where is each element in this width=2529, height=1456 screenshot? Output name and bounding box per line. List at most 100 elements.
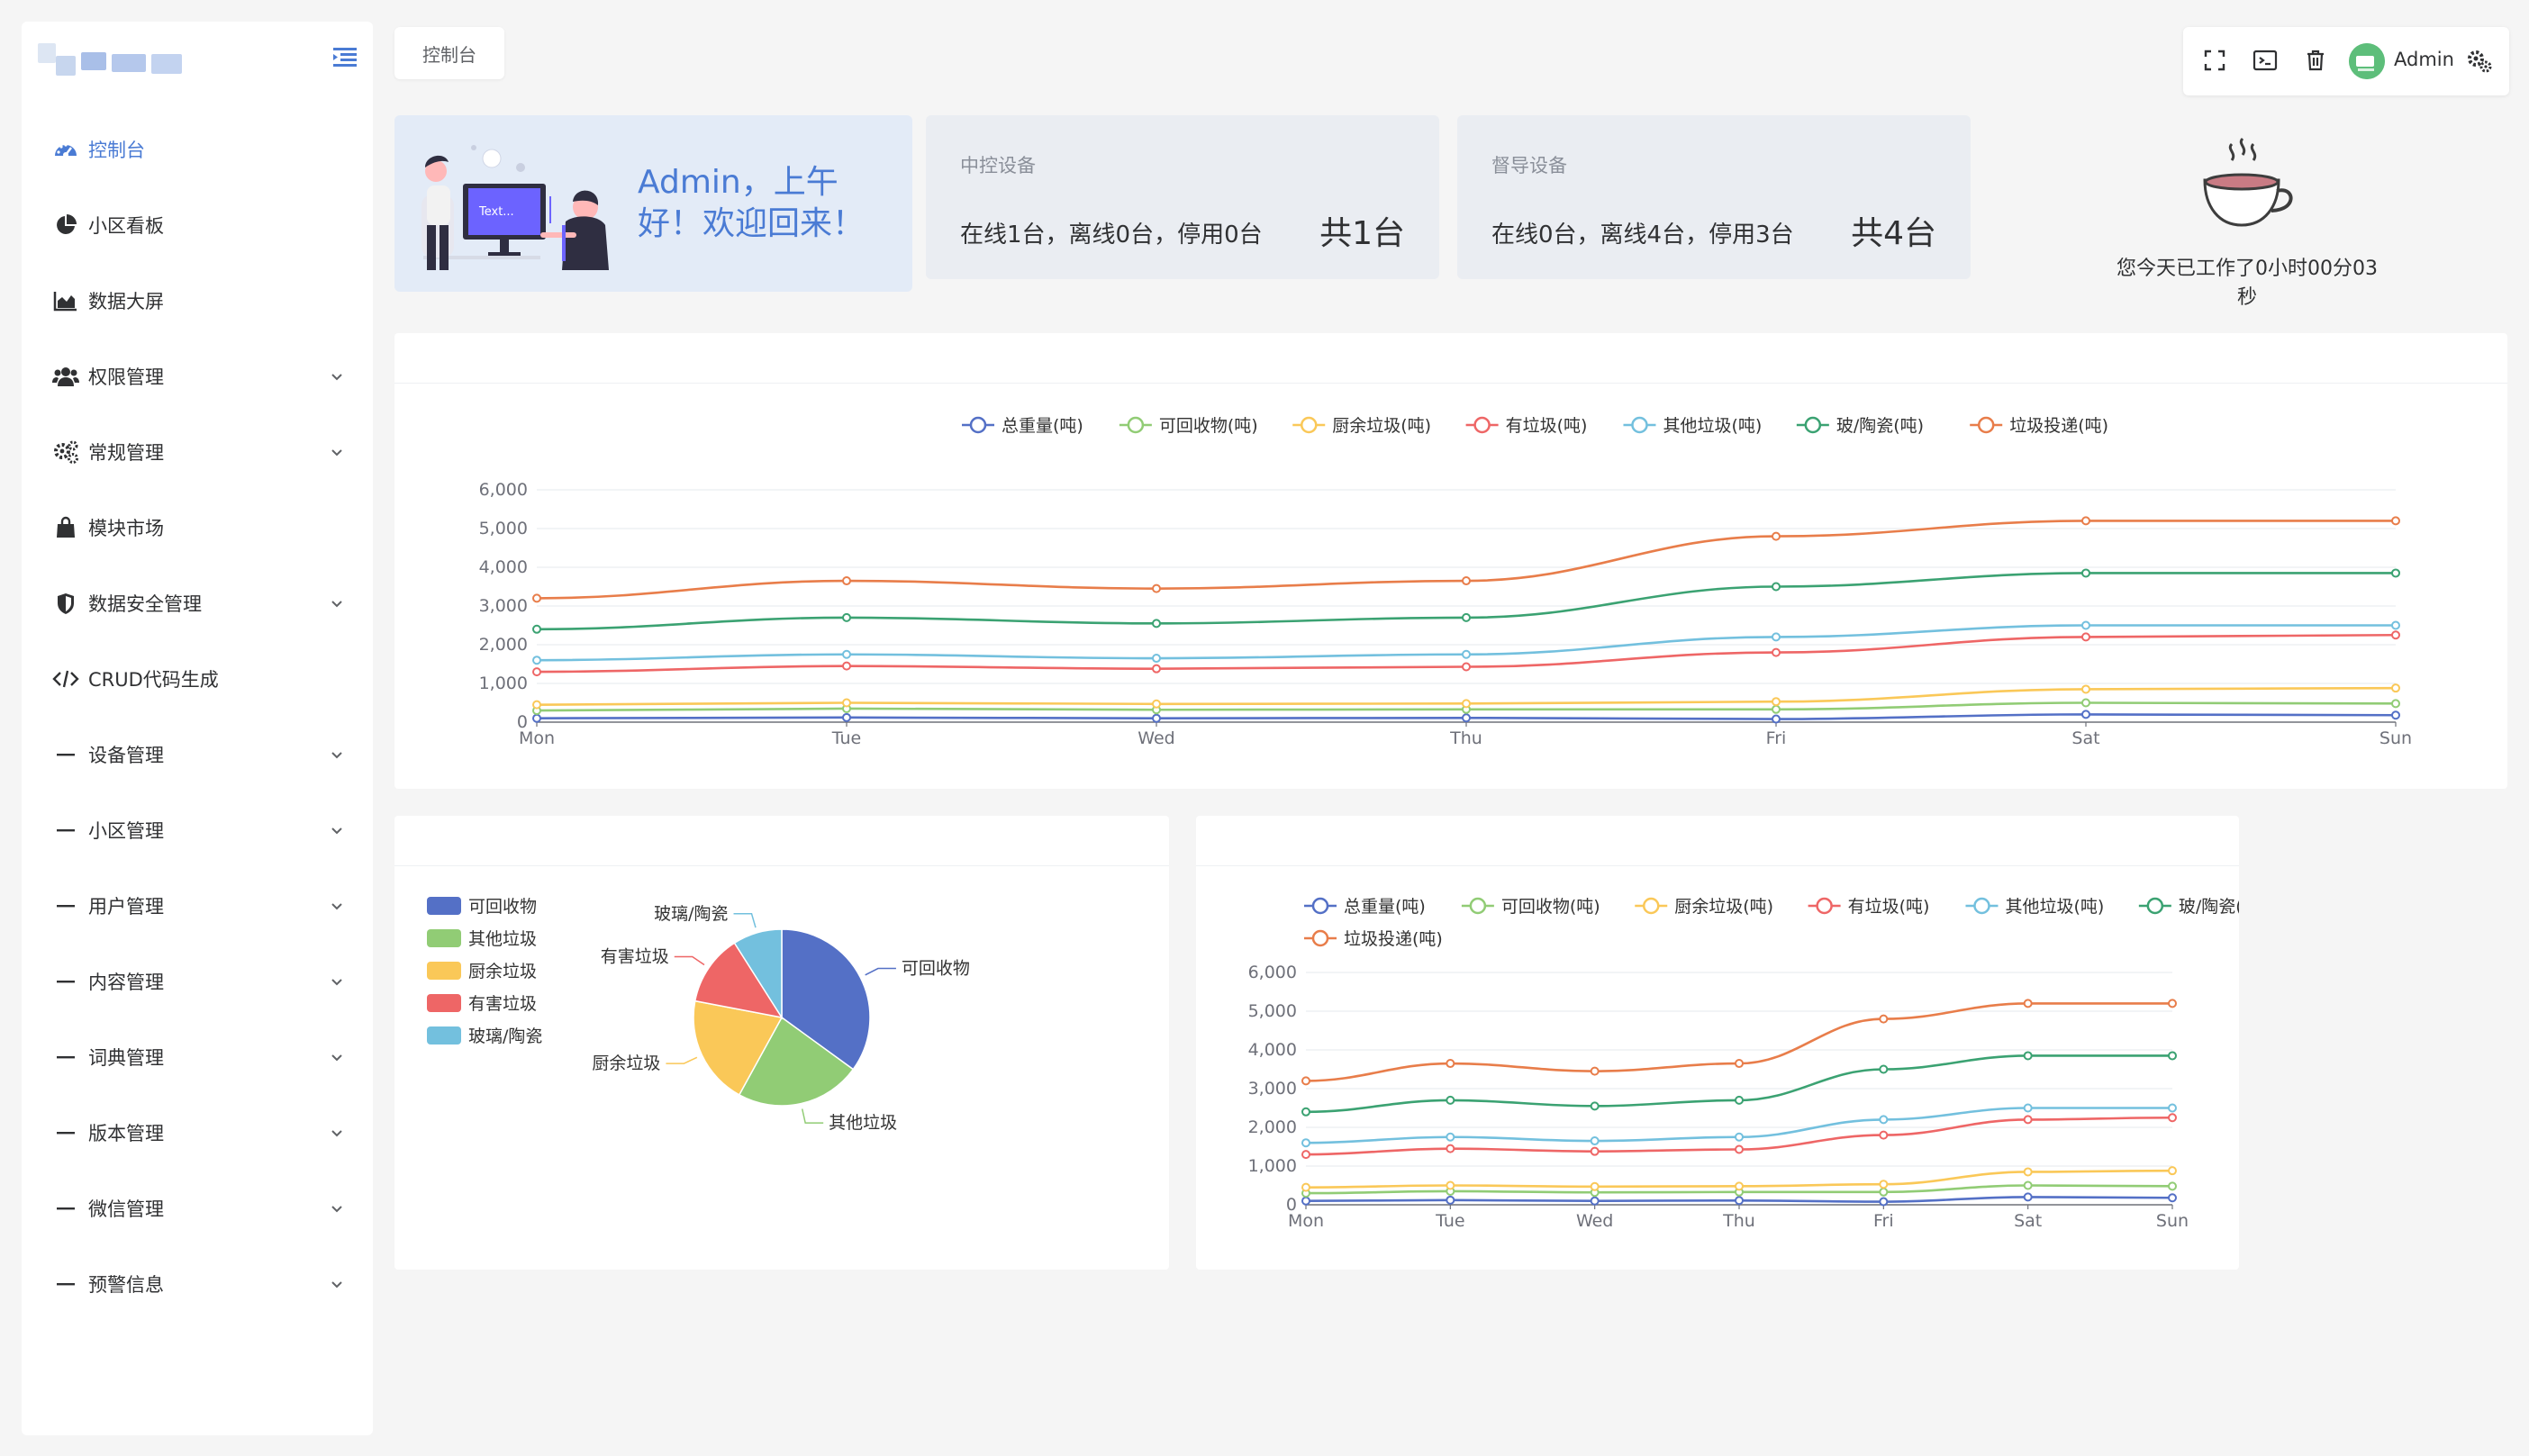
series-line: [1305, 1002, 2172, 1082]
sidebar-item-13[interactable]: 版本管理: [22, 1095, 373, 1171]
avatar[interactable]: [2349, 43, 2385, 79]
data-point: [842, 649, 851, 659]
y-tick-label: 6,000: [479, 480, 528, 500]
chevron-down-icon[interactable]: [328, 1199, 346, 1217]
legend-item: 可回收物: [427, 897, 537, 917]
data-point: [2023, 1051, 2033, 1061]
legend-item: 其他垃圾: [427, 929, 537, 949]
data-point: [1772, 647, 1781, 657]
legend-swatch: [427, 962, 461, 980]
legend-swatch: [427, 994, 461, 1012]
sidebar-item-4[interactable]: 常规管理: [22, 414, 373, 490]
legend-label: 厨余垃圾: [468, 962, 537, 981]
x-tick-label: Fri: [1873, 1211, 1894, 1231]
data-point: [1462, 649, 1471, 659]
y-tick-label: 5,000: [479, 519, 528, 538]
y-tick-label: 1,000: [1248, 1156, 1297, 1176]
chevron-down-icon[interactable]: [328, 1275, 346, 1293]
data-point: [842, 612, 851, 622]
sidebar-item-12[interactable]: 词典管理: [22, 1019, 373, 1095]
data-point: [1772, 714, 1781, 724]
settings-gear-icon[interactable]: [2464, 45, 2495, 76]
dash-icon: [50, 966, 81, 997]
sidebar-item-3[interactable]: 权限管理: [22, 339, 373, 414]
data-point: [1735, 1144, 1744, 1154]
pie-label: 玻璃/陶瓷: [654, 904, 728, 924]
data-point: [532, 656, 541, 665]
user-name[interactable]: Admin: [2394, 49, 2454, 70]
legend-label: 可回收物(吨): [1501, 897, 1600, 917]
code-icon: [50, 664, 81, 694]
sidebar-item-11[interactable]: 内容管理: [22, 944, 373, 1019]
legend-item: 垃圾投递(吨): [1304, 929, 1443, 949]
legend-label: 可回收物(吨): [1159, 416, 1258, 436]
data-point: [842, 576, 851, 586]
chevron-down-icon[interactable]: [328, 821, 346, 839]
sidebar-item-9[interactable]: 小区管理: [22, 792, 373, 868]
legend-label: 总重量(吨): [1344, 897, 1426, 917]
data-point: [1772, 582, 1781, 592]
fullscreen-icon[interactable]: [2199, 45, 2230, 76]
sidebar-item-14[interactable]: 微信管理: [22, 1171, 373, 1246]
sidebar-item-1[interactable]: 小区看板: [22, 187, 373, 263]
chevron-down-icon[interactable]: [328, 443, 346, 461]
trash-icon[interactable]: [2300, 45, 2331, 76]
legend-label: 垃圾投递(吨): [2009, 416, 2108, 436]
data-point: [1446, 1180, 1455, 1190]
legend-item: 玻/陶瓷(吨): [2138, 897, 2239, 917]
data-point: [1879, 1064, 1889, 1074]
chevron-down-icon[interactable]: [328, 1048, 346, 1066]
sidebar-item-0[interactable]: 控制台: [22, 112, 373, 187]
legend-item: 垃圾投递(吨): [1970, 416, 2108, 436]
sidebar-item-label: 数据大屏: [88, 291, 164, 312]
data-point: [1735, 1181, 1744, 1191]
series-4: [1301, 1103, 2177, 1148]
sidebar-item-7[interactable]: CRUD代码生成: [22, 641, 373, 717]
legend-label: 有垃圾(吨): [1506, 416, 1588, 436]
chevron-down-icon[interactable]: [328, 746, 346, 764]
legend-label: 玻/陶瓷(吨): [1836, 416, 1924, 436]
sidebar-item-8[interactable]: 设备管理: [22, 717, 373, 792]
data-point: [2168, 1113, 2177, 1123]
legend-label: 垃圾投递(吨): [1344, 929, 1443, 949]
data-point: [1879, 1197, 1889, 1207]
y-tick-label: 3,000: [479, 596, 528, 616]
sidebar-item-label: 常规管理: [88, 442, 164, 464]
data-point: [1590, 1136, 1600, 1146]
data-point: [1301, 1076, 1310, 1086]
chevron-down-icon[interactable]: [328, 594, 346, 612]
data-point: [2023, 999, 2033, 1008]
data-point: [1152, 713, 1161, 723]
data-point: [2391, 699, 2400, 709]
legend-label: 玻/陶瓷(吨): [2179, 897, 2239, 917]
menu-collapse-icon[interactable]: [331, 43, 360, 70]
legend-item: 总重量(吨): [962, 416, 1083, 436]
data-point: [2168, 1051, 2177, 1061]
dashboard-icon: [50, 134, 81, 165]
sidebar-item-6[interactable]: 数据安全管理: [22, 565, 373, 641]
tab-dashboard[interactable]: 控制台: [394, 27, 504, 79]
data-point: [842, 661, 851, 671]
data-point: [2168, 1181, 2177, 1191]
chevron-down-icon[interactable]: [328, 897, 346, 915]
legend-marker: [1127, 416, 1145, 434]
sidebar-item-5[interactable]: 模块市场: [22, 490, 373, 565]
chevron-down-icon[interactable]: [328, 972, 346, 990]
weekly-trend-panel: 0 1,000 2,000 3,000 4,000 5,000 6,000 Mon Tue Wed…: [394, 333, 2507, 789]
category-pie-chart: 可回收物其他垃圾厨余垃圾有害垃圾玻璃/陶瓷可回收物其他垃圾厨余垃圾有害垃圾玻璃/…: [427, 897, 970, 1133]
terminal-icon[interactable]: [2250, 45, 2280, 76]
work-time-text: 您今天已工作了0小时00分03秒: [2117, 258, 2378, 309]
chevron-down-icon[interactable]: [328, 1124, 346, 1142]
chevron-down-icon[interactable]: [328, 367, 346, 385]
series-6: [532, 516, 2400, 603]
legend-marker: [1300, 416, 1318, 434]
sidebar-item-10[interactable]: 用户管理: [22, 868, 373, 944]
sidebar-item-label: CRUD代码生成: [88, 669, 219, 691]
data-point: [2391, 568, 2400, 578]
sidebar-item-15[interactable]: 预警信息: [22, 1246, 373, 1322]
legend-label: 可回收物: [468, 897, 537, 917]
y-tick-label: 3,000: [1248, 1079, 1297, 1099]
sidebar-item-2[interactable]: 数据大屏: [22, 263, 373, 339]
pie-label-line: [733, 913, 757, 928]
y-tick-label: 1,000: [479, 674, 528, 693]
